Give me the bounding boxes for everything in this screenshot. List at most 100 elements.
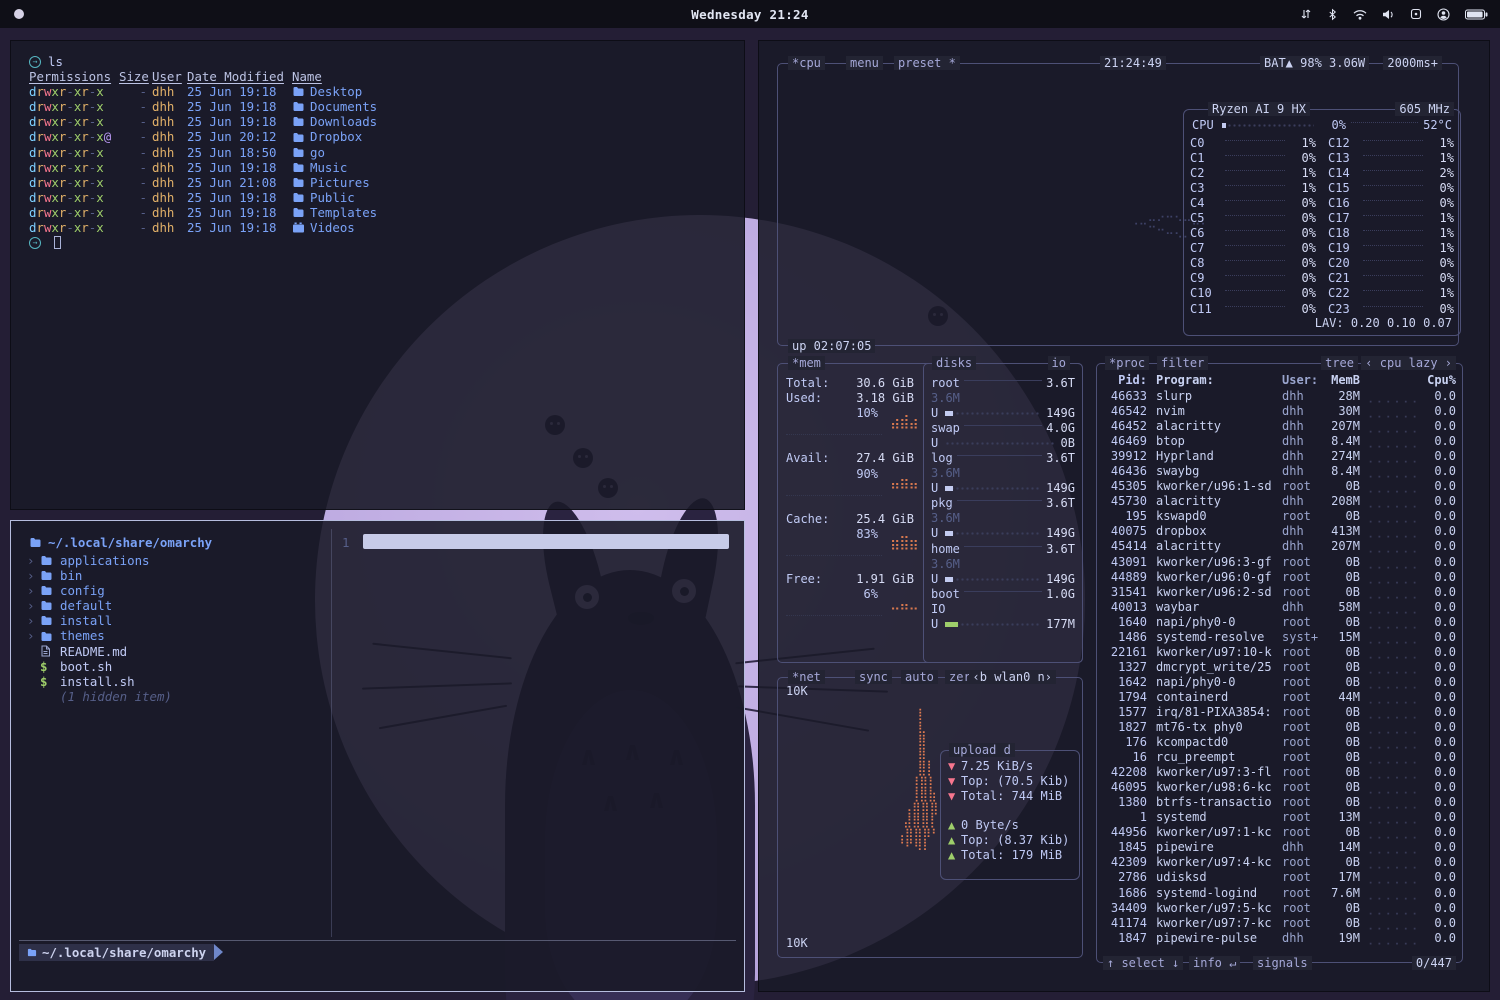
updates-icon[interactable] bbox=[1300, 8, 1312, 20]
header-user[interactable]: User: bbox=[1282, 373, 1326, 388]
file-item[interactable]: $install.sh bbox=[27, 674, 172, 689]
process-row[interactable]: 45305kworker/u96:1-sdroot0B⡀⡀⡀⡀⡀⡀0.0 bbox=[1103, 479, 1456, 494]
net-interface[interactable]: ‹b wlan0 n› bbox=[969, 670, 1056, 684]
process-row[interactable]: 195kswapd0root0B⡀⡀⡀⡀⡀⡀0.0 bbox=[1103, 509, 1456, 524]
tree-button[interactable]: tree bbox=[1321, 356, 1358, 370]
process-cpu: 0.0 bbox=[1416, 449, 1456, 464]
io-label[interactable]: io bbox=[1048, 356, 1070, 370]
process-row[interactable]: 2786udisksdroot17M⡀⡀⡀⡀⡀⡀0.0 bbox=[1103, 871, 1456, 886]
process-row[interactable]: 39912Hyprlanddhh274M⡀⡀⡀⡀⡀⡀0.0 bbox=[1103, 449, 1456, 464]
process-row[interactable]: 1640napi/phy0-0root0B⡀⡀⡀⡀⡀⡀0.0 bbox=[1103, 615, 1456, 630]
filter-button[interactable]: filter bbox=[1157, 356, 1208, 370]
net-stat-lines: ▼7.25 KiB/s▼Top: (70.5 Kib)▼Total: 744 M… bbox=[941, 751, 1079, 864]
process-cpu: 0.0 bbox=[1416, 780, 1456, 795]
process-cpu: 0.0 bbox=[1416, 600, 1456, 615]
disks-label[interactable]: disks bbox=[932, 356, 976, 370]
prompt-input-line[interactable]: → bbox=[29, 235, 730, 250]
process-row[interactable]: 40013waybardhh58M⡀⡀⡀⡀⡀⡀0.0 bbox=[1103, 600, 1456, 615]
header-memb[interactable]: MemB bbox=[1326, 373, 1360, 388]
volume-icon[interactable] bbox=[1382, 9, 1395, 20]
core-name: C4 bbox=[1190, 196, 1220, 211]
header-pid[interactable]: Pid: bbox=[1103, 373, 1147, 388]
file-item[interactable]: ›default bbox=[27, 598, 172, 613]
process-row[interactable]: 176kcompactd0root0B⡀⡀⡀⡀⡀⡀0.0 bbox=[1103, 735, 1456, 750]
launcher-dot[interactable] bbox=[14, 9, 24, 19]
net-auto-button[interactable]: auto bbox=[901, 670, 938, 684]
preset-button[interactable]: preset * bbox=[894, 56, 960, 70]
tab-mem[interactable]: *mem bbox=[788, 356, 825, 370]
process-row[interactable]: 1686systemd-logindroot7.6M⡀⡀⡀⡀⡀⡀0.0 bbox=[1103, 886, 1456, 901]
process-row[interactable]: 45414alacrittydhh207M⡀⡀⡀⡀⡀⡀0.0 bbox=[1103, 539, 1456, 554]
update-interval[interactable]: 2000ms+ bbox=[1383, 56, 1442, 70]
file-item[interactable]: $boot.sh bbox=[27, 659, 172, 674]
process-row[interactable]: 1577irq/81-PIXA3854:root0B⡀⡀⡀⡀⡀⡀0.0 bbox=[1103, 705, 1456, 720]
menu-button[interactable]: menu bbox=[846, 56, 883, 70]
process-row[interactable]: 1486systemd-resolvesyst+15M⡀⡀⡀⡀⡀⡀0.0 bbox=[1103, 630, 1456, 645]
process-name: napi/phy0-0 bbox=[1156, 615, 1282, 630]
process-row[interactable]: 41174kworker/u97:7-kcroot0B⡀⡀⡀⡀⡀⡀0.0 bbox=[1103, 916, 1456, 931]
process-row[interactable]: 1327dmcrypt_write/25root0B⡀⡀⡀⡀⡀⡀0.0 bbox=[1103, 660, 1456, 675]
file-item[interactable]: README.md bbox=[27, 644, 172, 659]
process-row[interactable]: 46542nvimdhh30M⡀⡀⡀⡀⡀⡀0.0 bbox=[1103, 404, 1456, 419]
process-row[interactable]: 1827mt76-tx phy0root0B⡀⡀⡀⡀⡀⡀0.0 bbox=[1103, 720, 1456, 735]
tab-net[interactable]: *net bbox=[788, 670, 825, 684]
process-row[interactable]: 46469btopdhh8.4M⡀⡀⡀⡀⡀⡀0.0 bbox=[1103, 434, 1456, 449]
net-sync-button[interactable]: sync bbox=[855, 670, 892, 684]
bluetooth-icon[interactable] bbox=[1327, 8, 1338, 21]
process-row[interactable]: 46436swaybgdhh8.4M⡀⡀⡀⡀⡀⡀0.0 bbox=[1103, 464, 1456, 479]
disk-name: pkg bbox=[931, 496, 953, 511]
cpu-core-row: C70% bbox=[1190, 241, 1316, 256]
disk-size: 3.6T bbox=[1046, 451, 1075, 466]
select-hint[interactable]: ↑ select ↓ bbox=[1103, 956, 1183, 970]
process-cpu-graph: ⡀⡀⡀⡀⡀⡀ bbox=[1368, 509, 1416, 524]
wifi-icon[interactable] bbox=[1353, 9, 1367, 20]
header-program[interactable]: Program: bbox=[1156, 373, 1282, 388]
process-row[interactable]: 31541kworker/u96:2-sdroot0B⡀⡀⡀⡀⡀⡀0.0 bbox=[1103, 585, 1456, 600]
battery-icon[interactable] bbox=[1465, 9, 1488, 20]
process-row[interactable]: 1847pipewire-pulsedhh19M⡀⡀⡀⡀⡀⡀0.0 bbox=[1103, 931, 1456, 946]
process-cpu: 0.0 bbox=[1416, 464, 1456, 479]
file-item[interactable]: ›themes bbox=[27, 628, 172, 643]
process-row[interactable]: 43091kworker/u96:3-gfroot0B⡀⡀⡀⡀⡀⡀0.0 bbox=[1103, 555, 1456, 570]
file-manager-window[interactable]: ~/.local/share/omarchy 1 ›applications›b… bbox=[10, 520, 745, 992]
file-item[interactable]: ›applications bbox=[27, 553, 172, 568]
sort-mode[interactable]: ‹ cpu lazy › bbox=[1361, 356, 1456, 370]
preview-highlight-bar[interactable] bbox=[363, 534, 729, 549]
disk-line: pkg3.6T bbox=[931, 496, 1075, 511]
header-cpu[interactable]: Cpu% bbox=[1416, 373, 1456, 388]
status-path-chip: ~/.local/share/omarchy bbox=[19, 944, 214, 961]
process-row[interactable]: 1845pipewiredhh14M⡀⡀⡀⡀⡀⡀0.0 bbox=[1103, 840, 1456, 855]
process-row[interactable]: 46452alacrittydhh207M⡀⡀⡀⡀⡀⡀0.0 bbox=[1103, 419, 1456, 434]
process-row[interactable]: 1380btrfs-transactioroot0B⡀⡀⡀⡀⡀⡀0.0 bbox=[1103, 795, 1456, 810]
signals-button[interactable]: signals bbox=[1253, 956, 1312, 970]
process-row[interactable]: 1642napi/phy0-0root0B⡀⡀⡀⡀⡀⡀0.0 bbox=[1103, 675, 1456, 690]
cpu-total-label: CPU bbox=[1192, 118, 1222, 133]
tab-proc[interactable]: *proc bbox=[1105, 356, 1149, 370]
process-row[interactable]: 44889kworker/u96:0-gfroot0B⡀⡀⡀⡀⡀⡀0.0 bbox=[1103, 570, 1456, 585]
process-row[interactable]: 44956kworker/u97:1-kcroot0B⡀⡀⡀⡀⡀⡀0.0 bbox=[1103, 825, 1456, 840]
process-row[interactable]: 1systemdroot13M⡀⡀⡀⡀⡀⡀0.0 bbox=[1103, 810, 1456, 825]
process-row[interactable]: 42208kworker/u97:3-flroot0B⡀⡀⡀⡀⡀⡀0.0 bbox=[1103, 765, 1456, 780]
upload-label[interactable]: upload d bbox=[949, 743, 1015, 757]
disk-list: root3.6T3.6MU149Gswap4.0GU0Blog3.6T3.6MU… bbox=[931, 376, 1075, 632]
btop-window[interactable]: *cpu menu preset * 21:24:49 BAT▲ 98% 3.0… bbox=[758, 40, 1490, 992]
user-icon[interactable] bbox=[1437, 8, 1450, 21]
process-row[interactable]: 34409kworker/u97:5-kcroot0B⡀⡀⡀⡀⡀⡀0.0 bbox=[1103, 901, 1456, 916]
disk-io-value: 3.6M bbox=[931, 511, 960, 526]
terminal-window[interactable]: → ls Permissions Size User Date Modified… bbox=[10, 40, 745, 510]
cpu-core-row: C210% bbox=[1328, 271, 1454, 286]
process-row[interactable]: 42309kworker/u97:4-kcroot0B⡀⡀⡀⡀⡀⡀0.0 bbox=[1103, 855, 1456, 870]
info-button[interactable]: info ↵ bbox=[1189, 956, 1240, 970]
tab-cpu[interactable]: *cpu bbox=[788, 56, 825, 70]
process-row[interactable]: 40075dropboxdhh413M⡀⡀⡀⡀⡀⡀0.0 bbox=[1103, 524, 1456, 539]
process-row[interactable]: 1794containerdroot44M⡀⡀⡀⡀⡀⡀0.0 bbox=[1103, 690, 1456, 705]
file-item[interactable]: ›config bbox=[27, 583, 172, 598]
process-row[interactable]: 16rcu_preemptroot0B⡀⡀⡀⡀⡀⡀0.0 bbox=[1103, 750, 1456, 765]
file-item[interactable]: ›install bbox=[27, 613, 172, 628]
process-row[interactable]: 45730alacrittydhh208M⡀⡀⡀⡀⡀⡀0.0 bbox=[1103, 494, 1456, 509]
tray-app-icon[interactable] bbox=[1410, 8, 1422, 20]
file-item[interactable]: ›bin bbox=[27, 568, 172, 583]
process-row[interactable]: 46095kworker/u98:6-kcroot0B⡀⡀⡀⡀⡀⡀0.0 bbox=[1103, 780, 1456, 795]
process-row[interactable]: 22161kworker/u97:10-kroot0B⡀⡀⡀⡀⡀⡀0.0 bbox=[1103, 645, 1456, 660]
process-row[interactable]: 46633slurpdhh28M⡀⡀⡀⡀⡀⡀0.0 bbox=[1103, 389, 1456, 404]
